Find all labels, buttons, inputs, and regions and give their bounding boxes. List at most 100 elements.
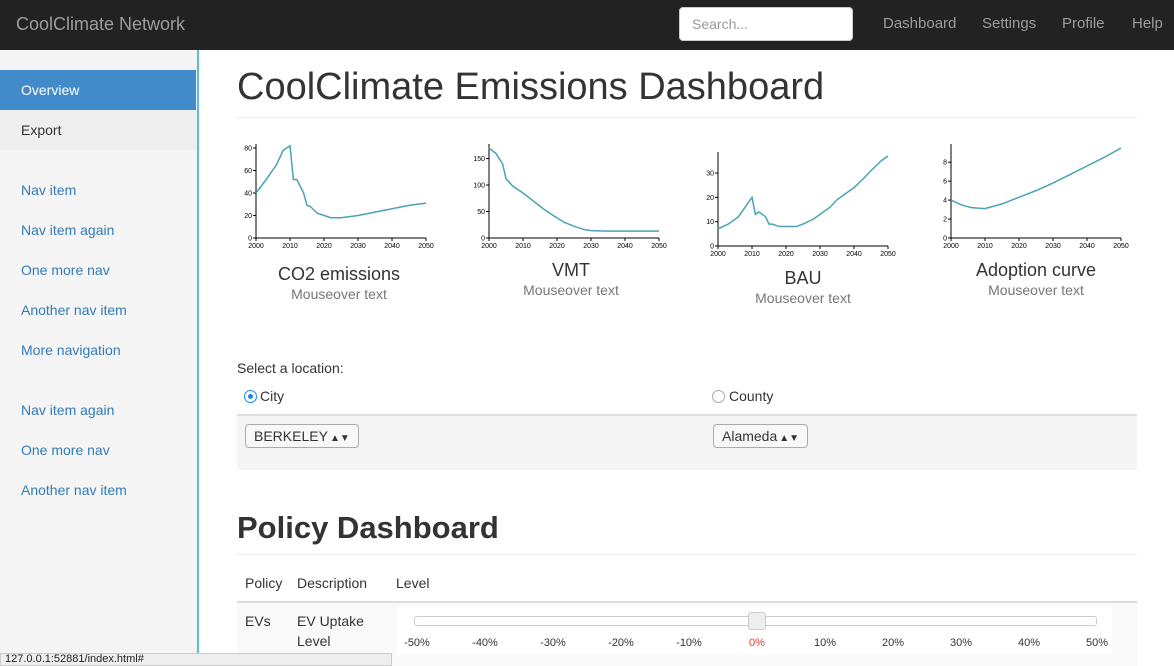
chart-vmt-subtitle: Mouseover text	[523, 282, 619, 298]
county-radio-label[interactable]: County	[729, 388, 773, 404]
x-tick-label: 2050	[1113, 243, 1129, 250]
nav-help-link[interactable]: Help	[1132, 15, 1163, 32]
sidebar-item-one-more-nav[interactable]: One more nav	[0, 250, 196, 290]
x-tick-label: 2030	[1045, 243, 1061, 250]
slider-tick-label: 40%	[1017, 637, 1041, 649]
x-tick-label: 2050	[651, 243, 667, 250]
sidebar-item-export[interactable]: Export	[0, 110, 196, 150]
x-tick-label: 2010	[977, 243, 993, 250]
slider-tick-label: 0%	[749, 637, 765, 649]
page-title: CoolClimate Emissions Dashboard	[237, 66, 825, 108]
table-header-description: Description	[297, 575, 368, 591]
status-url: 127.0.0.1:52881/index.html#	[0, 653, 392, 666]
city-select-value: BERKELEY	[254, 428, 328, 444]
y-tick-label: 150	[473, 156, 485, 163]
x-tick-label: 2000	[248, 243, 264, 250]
y-tick-label: 0	[710, 244, 714, 251]
chart-adoption-title: Adoption curve	[975, 260, 1097, 280]
y-tick-label: 0	[943, 236, 947, 243]
chart-co2-title: CO2 emissions	[277, 264, 401, 284]
row-policy: EVs	[245, 613, 271, 629]
chart-bau-subtitle: Mouseover text	[755, 290, 851, 306]
series-line	[488, 147, 659, 232]
location-label: Select a location:	[237, 360, 344, 376]
chart-co2-subtitle: Mouseover text	[291, 286, 387, 302]
sidebar-item-another-nav-item-2[interactable]: Another nav item	[0, 470, 196, 510]
slider-tick-label: -20%	[608, 637, 634, 649]
x-tick-label: 2020	[778, 251, 794, 258]
series-line	[717, 155, 889, 230]
x-tick-label: 2050	[880, 251, 896, 258]
sidebar-item-overview[interactable]: Overview	[0, 70, 196, 110]
x-tick-label: 2040	[384, 243, 400, 250]
slider-tick-label: -30%	[540, 637, 566, 649]
slider-tick-label: -50%	[404, 637, 430, 649]
row-description-line2: Level	[297, 633, 331, 649]
sidebar-item-nav-item[interactable]: Nav item	[0, 170, 196, 210]
table-header-level: Level	[396, 575, 430, 591]
x-tick-label: 2030	[583, 243, 599, 250]
nav-dashboard-link[interactable]: Dashboard	[883, 15, 956, 32]
nav-settings-link[interactable]: Settings	[982, 15, 1036, 32]
y-tick-label: 20	[706, 195, 714, 202]
select-arrows-icon: ▲▼	[779, 433, 800, 444]
ev-uptake-slider[interactable]: -50% -40% -30% -20% -10% 0% 10% 20% 30% 40% 50%	[397, 607, 1112, 655]
y-tick-label: 30	[706, 171, 714, 178]
slider-tick-label: 20%	[881, 637, 905, 649]
city-radio-label[interactable]: City	[260, 388, 284, 404]
y-tick-label: 6	[943, 179, 947, 186]
chart-vmt[interactable]: 0 50 100 150 2000 2010 2020 2030 2040 2050	[473, 140, 673, 250]
sidebar-item-one-more-nav-2[interactable]: One more nav	[0, 430, 196, 470]
sidebar-item-nav-item-again[interactable]: Nav item again	[0, 210, 196, 250]
brand-name[interactable]: CoolClimate Network	[16, 14, 185, 35]
table-header-policy: Policy	[245, 575, 283, 591]
county-select-value: Alameda	[722, 428, 778, 444]
policy-dashboard-title: Policy Dashboard	[237, 510, 499, 545]
search-input[interactable]	[679, 7, 853, 41]
x-tick-label: 2050	[418, 243, 434, 250]
city-select[interactable]: BERKELEY ▲▼	[245, 424, 359, 448]
chart-co2[interactable]: 0 20 40 60 80 2000 2010 2020 2030 2040 2050	[240, 140, 440, 250]
x-tick-label: 2000	[481, 243, 497, 250]
x-tick-label: 2000	[943, 243, 959, 250]
y-tick-label: 8	[943, 160, 947, 167]
x-tick-label: 2000	[710, 251, 726, 258]
x-tick-label: 2040	[1079, 243, 1095, 250]
top-navbar: CoolClimate Network Dashboard Settings P…	[0, 0, 1174, 50]
y-tick-label: 2	[943, 217, 947, 224]
chart-adoption-subtitle: Mouseover text	[988, 282, 1084, 298]
chart-adoption-svg: 0 2 4 6 8 2000 2010 2020 2030 2040 2050	[943, 144, 1129, 250]
series-line	[950, 147, 1122, 210]
x-tick-label: 2010	[744, 251, 760, 258]
slider-handle[interactable]	[748, 612, 766, 630]
x-tick-label: 2010	[515, 243, 531, 250]
chart-bau-svg: 01020302000 2010 2020 2030 2040 2050	[706, 152, 896, 258]
sidebar-item-more-navigation[interactable]: More navigation	[0, 330, 196, 370]
y-tick-label: 0	[248, 236, 252, 243]
location-select-row	[237, 414, 1137, 470]
y-tick-label: 0	[481, 236, 485, 243]
chart-co2-svg: 0204060802000 2010 2020 2030 2040 2050	[244, 144, 434, 250]
series-line	[255, 144, 427, 219]
x-tick-label: 2030	[812, 251, 828, 258]
chart-bau[interactable]: 0 10 20 30 2000 2010 2020 2030 2040 2050	[702, 148, 902, 258]
y-tick-label: 4	[943, 198, 947, 205]
sidebar-item-nav-item-again-2[interactable]: Nav item again	[0, 390, 196, 430]
y-tick-label: 40	[244, 191, 252, 198]
sidebar: Overview Export Nav item Nav item again …	[0, 50, 197, 666]
chart-adoption[interactable]: 0 2 4 6 8 2000 2010 2020 2030 2040 2050	[935, 140, 1135, 250]
county-select[interactable]: Alameda ▲▼	[713, 424, 809, 448]
policy-divider	[237, 554, 1137, 555]
slider-tick-label: -10%	[676, 637, 702, 649]
y-tick-label: 100	[473, 183, 485, 190]
y-tick-label: 50	[477, 209, 485, 216]
sidebar-item-another-nav-item[interactable]: Another nav item	[0, 290, 196, 330]
x-tick-label: 2020	[316, 243, 332, 250]
nav-profile-link[interactable]: Profile	[1062, 15, 1105, 32]
select-arrows-icon: ▲▼	[329, 433, 350, 444]
main-border	[197, 50, 199, 666]
x-tick-label: 2010	[282, 243, 298, 250]
y-tick-label: 20	[244, 213, 252, 220]
county-radio[interactable]	[712, 390, 725, 403]
city-radio[interactable]	[244, 390, 257, 403]
